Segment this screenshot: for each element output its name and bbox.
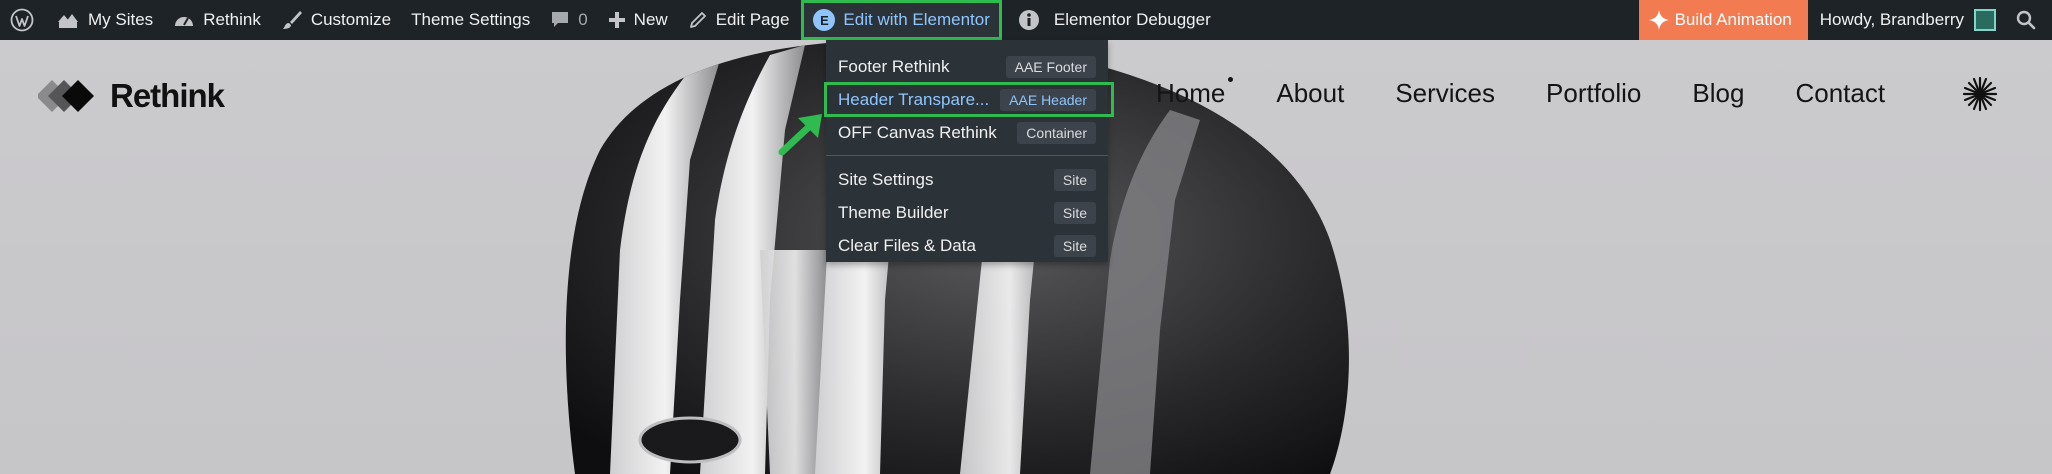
- site-logo[interactable]: Rethink: [38, 77, 225, 115]
- my-sites-icon: [58, 14, 78, 28]
- theme-settings-link[interactable]: Theme Settings: [401, 0, 540, 40]
- elementor-logo-icon: E: [813, 9, 836, 31]
- site-name-label: Rethink: [203, 10, 261, 29]
- menu-item-label: Clear Files & Data: [838, 235, 976, 255]
- sparkle-icon: [1648, 10, 1669, 30]
- site-name-menu[interactable]: Rethink: [163, 0, 271, 40]
- avatar: [1974, 9, 1996, 31]
- edit-page-link[interactable]: Edit Page: [678, 0, 800, 40]
- nav-blog[interactable]: Blog: [1692, 78, 1744, 109]
- edit-with-elementor-label: Edit with Elementor: [843, 10, 990, 29]
- menu-item-site-settings[interactable]: Site Settings Site: [826, 163, 1108, 196]
- menu-item-badge: AAE Header: [1000, 88, 1096, 111]
- search-icon: [2016, 10, 2036, 30]
- menu-item-off-canvas-rethink[interactable]: OFF Canvas Rethink Container: [826, 116, 1108, 149]
- elementor-debugger-label: Elementor Debugger: [1053, 10, 1211, 29]
- menu-item-badge: Site: [1053, 201, 1096, 224]
- nav-contact[interactable]: Contact: [1795, 78, 1885, 109]
- menu-item-label: Theme Builder: [838, 202, 949, 222]
- wordpress-logo-icon: [10, 8, 34, 32]
- menu-item-label: Header Transpare...: [838, 89, 990, 109]
- my-sites-menu[interactable]: My Sites: [46, 0, 163, 40]
- menu-item-label: Site Settings: [838, 169, 934, 189]
- menu-divider: [826, 155, 1108, 156]
- build-animation-label: Build Animation: [1674, 10, 1792, 29]
- info-icon: [1018, 10, 1039, 30]
- nav-portfolio[interactable]: Portfolio: [1546, 78, 1641, 109]
- menu-item-footer-rethink[interactable]: Footer Rethink AAE Footer: [826, 50, 1108, 83]
- nav-about[interactable]: About: [1276, 78, 1344, 109]
- nav-services[interactable]: Services: [1395, 78, 1495, 109]
- menu-item-label: OFF Canvas Rethink: [838, 122, 997, 142]
- pencil-icon: [689, 12, 706, 28]
- customize-label: Customize: [310, 10, 392, 29]
- plus-icon: [608, 12, 625, 28]
- comments-link[interactable]: 0: [540, 0, 597, 40]
- comments-count: 0: [578, 10, 588, 29]
- theme-settings-label: Theme Settings: [411, 10, 531, 29]
- edit-page-label: Edit Page: [715, 10, 790, 29]
- offcanvas-burst-icon[interactable]: [1962, 76, 1998, 112]
- menu-item-badge: Container: [1017, 121, 1096, 144]
- elementor-debugger-menu[interactable]: Elementor Debugger: [1008, 0, 1221, 40]
- my-sites-label: My Sites: [88, 10, 154, 29]
- wordpress-menu[interactable]: [0, 0, 46, 40]
- edit-with-elementor-menu[interactable]: E Edit with Elementor: [801, 0, 1002, 40]
- paintbrush-icon: [282, 11, 302, 29]
- main-navigation: Home About Services Portfolio Blog Conta…: [1156, 77, 1936, 109]
- user-account-menu[interactable]: Howdy, Brandberry: [1808, 0, 2008, 40]
- menu-item-badge: Site: [1053, 234, 1096, 257]
- new-content-menu[interactable]: New: [598, 0, 678, 40]
- adminbar-search[interactable]: [2008, 0, 2052, 40]
- logo-mark-icon: [38, 80, 94, 112]
- menu-item-label: Footer Rethink: [838, 56, 950, 76]
- menu-item-badge: Site: [1053, 168, 1096, 191]
- comment-bubble-icon: [552, 12, 569, 27]
- menu-item-badge: AAE Footer: [1005, 55, 1096, 78]
- menu-item-theme-builder[interactable]: Theme Builder Site: [826, 196, 1108, 229]
- nav-home[interactable]: Home: [1156, 77, 1234, 109]
- menu-item-header-transparent[interactable]: Header Transpare... AAE Header: [824, 82, 1114, 117]
- annotation-arrow-icon: [778, 114, 822, 156]
- logo-text: Rethink: [110, 77, 225, 114]
- menu-item-clear-files-data[interactable]: Clear Files & Data Site: [826, 229, 1108, 262]
- wp-admin-bar: My Sites Rethink Customize Theme Setting…: [0, 0, 2052, 40]
- new-label: New: [633, 10, 668, 29]
- dashboard-gauge-icon: [175, 17, 194, 26]
- elementor-dropdown-menu: Footer Rethink AAE Footer Header Transpa…: [824, 40, 1114, 262]
- customize-link[interactable]: Customize: [271, 0, 401, 40]
- howdy-label: Howdy, Brandberry: [1819, 10, 1964, 29]
- build-animation-button[interactable]: Build Animation: [1638, 0, 1808, 40]
